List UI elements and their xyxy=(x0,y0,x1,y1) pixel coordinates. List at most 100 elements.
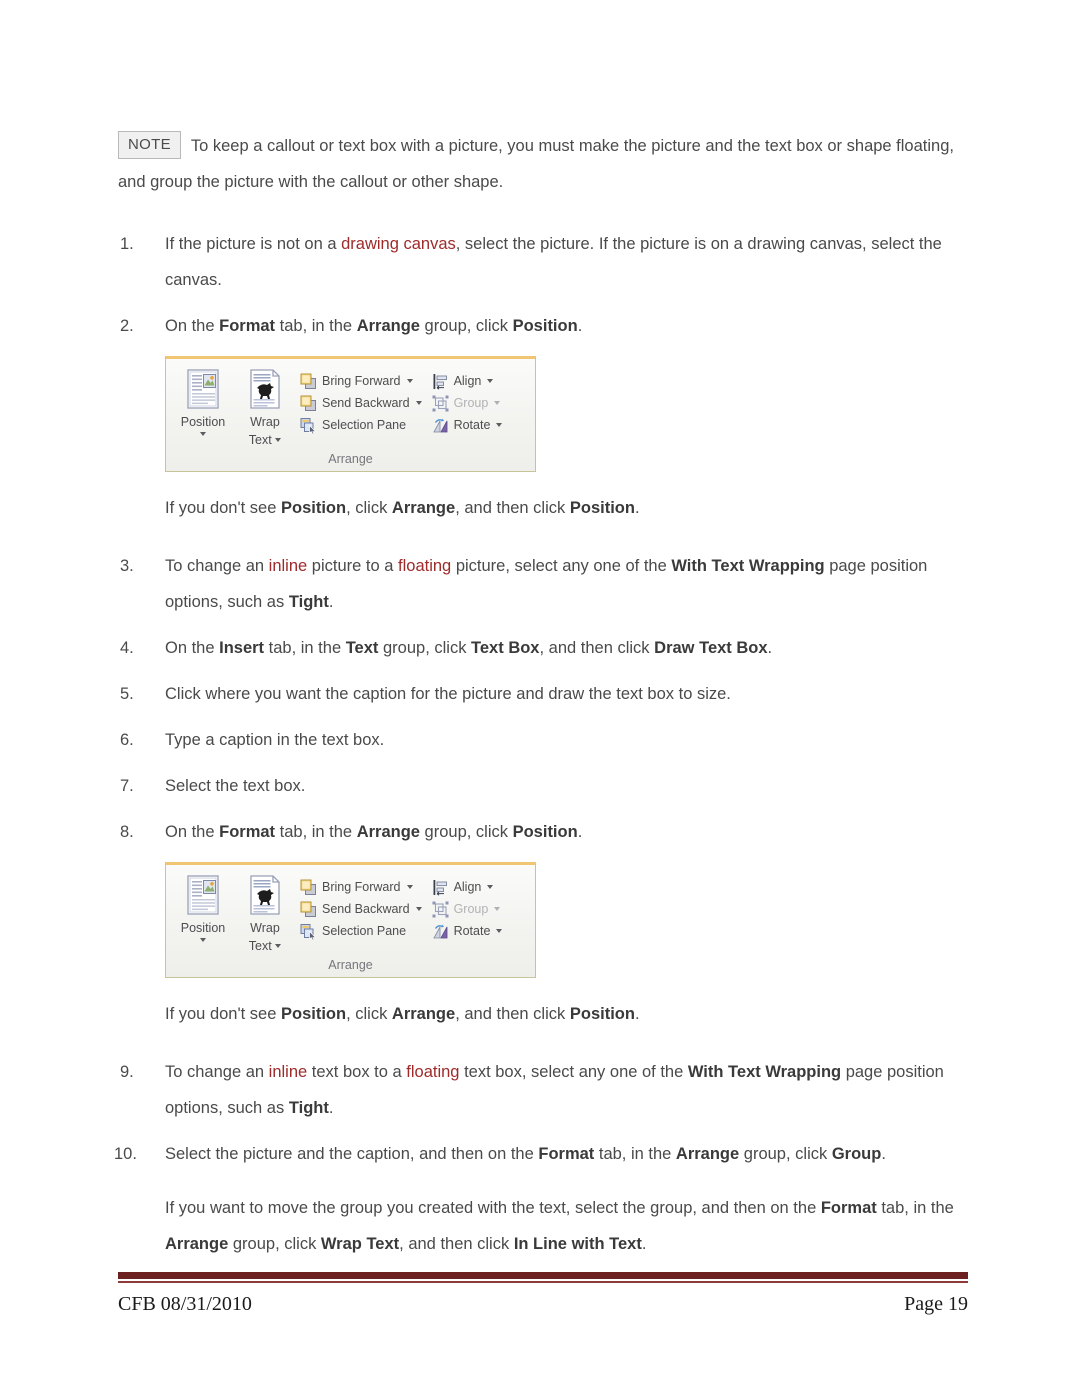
selection-pane-button[interactable]: Selection Pane xyxy=(300,920,422,942)
document-page: NOTE To keep a callout or text box with a… xyxy=(0,0,1080,1397)
text-run: group, click xyxy=(228,1235,321,1253)
selection-pane-button[interactable]: Selection Pane xyxy=(300,414,422,436)
footer-page-number: Page 19 xyxy=(904,1293,968,1315)
rotate-button[interactable]: Rotate xyxy=(432,414,503,436)
position-label: Position xyxy=(180,415,226,429)
arrange-ribbon-group: Position Wrap Text Bring Forward Send Ba… xyxy=(165,862,536,978)
align-caret[interactable] xyxy=(487,379,494,383)
group-caret xyxy=(494,401,501,405)
rotate-caret[interactable] xyxy=(496,423,503,427)
text-run: On the xyxy=(165,823,220,841)
bring-forward-icon xyxy=(300,373,317,390)
wrap-text-button[interactable]: Wrap Text xyxy=(234,872,296,953)
text-run: picture, select any one of the xyxy=(451,557,672,575)
bold-run: Position xyxy=(512,317,578,335)
list-item-number: 2. xyxy=(120,317,134,335)
bold-run: With Text Wrapping xyxy=(687,1063,842,1081)
rotate-button[interactable]: Rotate xyxy=(432,920,503,942)
position-button[interactable]: Position xyxy=(172,872,234,944)
footer-text-row: CFB 08/31/2010 Page 19 xyxy=(118,1283,968,1316)
send-backward-caret[interactable] xyxy=(415,401,422,405)
align-label: Align xyxy=(453,880,482,894)
bold-run: Arrange xyxy=(356,823,420,841)
text-run: . xyxy=(328,593,334,611)
text-run: , and then click xyxy=(399,1235,514,1253)
rotate-caret[interactable] xyxy=(496,929,503,933)
closing-note: If you want to move the group you create… xyxy=(118,1190,962,1262)
send-backward-icon xyxy=(300,395,317,412)
text-run: group, click xyxy=(419,823,513,841)
position-caret[interactable] xyxy=(200,936,206,944)
tip-position-2: If you don't see Position, click Arrange… xyxy=(118,996,962,1032)
list-item-text: Select the picture and the caption, and … xyxy=(165,1145,886,1163)
steps-list-part-2: 3. To change an inline picture to a floa… xyxy=(118,548,962,850)
ribbon-body: Position Wrap Text Bring Forward Send Ba… xyxy=(172,366,529,447)
wrap-text-icon xyxy=(247,875,283,917)
bring-forward-caret[interactable] xyxy=(406,379,413,383)
glossary-link[interactable]: floating xyxy=(398,557,451,575)
bold-run: Wrap Text xyxy=(320,1235,400,1253)
list-item: 7. Select the text box. xyxy=(118,768,962,804)
text-run: . xyxy=(634,499,640,517)
send-backward-button[interactable]: Send Backward xyxy=(300,392,422,414)
glossary-link[interactable]: drawing canvas xyxy=(341,235,456,253)
text-run: , and then click xyxy=(455,1005,570,1023)
note-badge: NOTE xyxy=(118,131,181,159)
position-caret[interactable] xyxy=(200,430,206,438)
arrange-ribbon-group: Position Wrap Text Bring Forward Send Ba… xyxy=(165,356,536,472)
send-backward-button[interactable]: Send Backward xyxy=(300,898,422,920)
bold-run: Text Box xyxy=(471,639,540,657)
list-item-number: 1. xyxy=(120,235,134,253)
glossary-link[interactable]: inline xyxy=(269,1063,308,1081)
list-item-number: 7. xyxy=(120,777,134,795)
group-caret xyxy=(494,907,501,911)
list-item-text: Select the text box. xyxy=(165,777,305,795)
bold-run: Arrange xyxy=(356,317,420,335)
selection-pane-icon xyxy=(300,417,317,434)
text-run: If you don't see xyxy=(165,1005,281,1023)
list-item: 6. Type a caption in the text box. xyxy=(118,722,962,758)
text-run: tab, in the xyxy=(275,823,357,841)
wrap-text-button[interactable]: Wrap Text xyxy=(234,366,296,447)
bold-run: Format xyxy=(538,1145,595,1163)
bold-run: Arrange xyxy=(391,1005,456,1023)
position-label: Position xyxy=(180,921,226,935)
list-item-text: On the Insert tab, in the Text group, cl… xyxy=(165,639,772,657)
text-run: To change an xyxy=(165,1063,269,1081)
send-backward-caret[interactable] xyxy=(415,907,422,911)
text-run: If the picture is not on a xyxy=(165,235,342,253)
list-item-number: 10. xyxy=(114,1145,137,1163)
glossary-link[interactable]: inline xyxy=(269,557,308,575)
align-icon xyxy=(432,879,449,896)
bring-forward-button[interactable]: Bring Forward xyxy=(300,876,422,898)
list-item-number: 9. xyxy=(120,1063,134,1081)
arrange-column-a: Bring Forward Send Backward Selection Pa… xyxy=(300,366,422,436)
align-button[interactable]: Align xyxy=(432,876,503,898)
text-run: . xyxy=(767,639,773,657)
bring-forward-caret[interactable] xyxy=(406,885,413,889)
text-run: tab, in the xyxy=(594,1145,676,1163)
list-item: 2. On the Format tab, in the Arrange gro… xyxy=(118,308,962,344)
bring-forward-button[interactable]: Bring Forward xyxy=(300,370,422,392)
bold-run: Format xyxy=(820,1199,877,1217)
align-button[interactable]: Align xyxy=(432,370,503,392)
list-item-number: 6. xyxy=(120,731,134,749)
selection-pane-label: Selection Pane xyxy=(322,418,407,432)
text-run: . xyxy=(577,823,583,841)
text-run: group, click xyxy=(419,317,513,335)
wrap-text-label-line1: Wrap xyxy=(250,415,280,429)
list-item-number: 8. xyxy=(120,823,134,841)
text-run: If you want to move the group you create… xyxy=(165,1199,821,1217)
list-item-number: 3. xyxy=(120,557,134,575)
wrap-text-icon xyxy=(247,369,283,411)
align-caret[interactable] xyxy=(487,885,494,889)
selection-pane-icon xyxy=(300,923,317,940)
text-run: text box, select any one of the xyxy=(459,1063,688,1081)
glossary-link[interactable]: floating xyxy=(406,1063,459,1081)
text-run: . xyxy=(328,1099,334,1117)
position-button[interactable]: Position xyxy=(172,366,234,438)
position-icon xyxy=(185,875,221,917)
rotate-label: Rotate xyxy=(453,924,491,938)
bold-run: Draw Text Box xyxy=(654,639,768,657)
list-item-text: On the Format tab, in the Arrange group,… xyxy=(165,317,582,335)
